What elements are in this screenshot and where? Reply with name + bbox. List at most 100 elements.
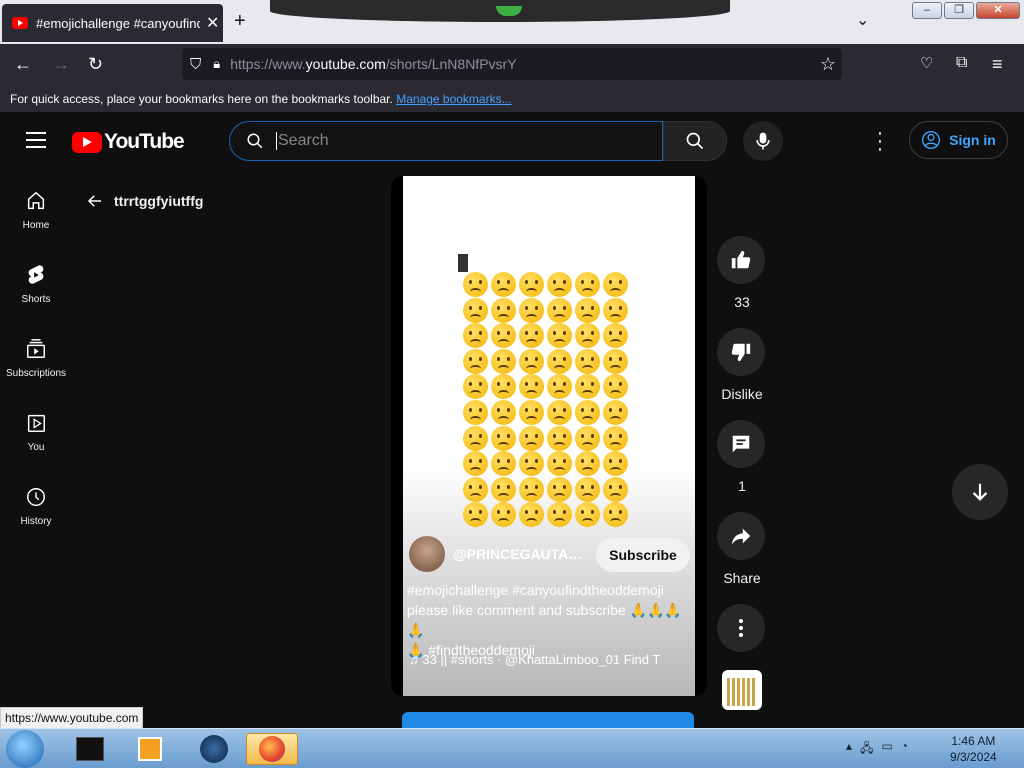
sidebar-item-shorts[interactable]: Shorts — [0, 256, 72, 330]
clock[interactable]: 1:46 AM 9/3/2024 — [950, 733, 997, 765]
bookmark-star-icon[interactable]: ☆ — [820, 54, 836, 75]
frowning-emoji-icon — [603, 297, 629, 323]
frowning-emoji-icon — [547, 374, 573, 400]
new-tab-button[interactable]: + — [234, 10, 246, 33]
more-options-button[interactable] — [717, 604, 765, 652]
address-bar[interactable]: ⛉ 🔒︎ https://www. youtube.com/shorts/LnN8… — [182, 48, 842, 80]
back-to-title[interactable]: ttrrtggfyiutffg — [86, 192, 203, 210]
tray-network-icon[interactable]: 🖧 — [860, 739, 873, 760]
search-box[interactable]: Search — [229, 121, 663, 161]
frowning-emoji-icon — [491, 297, 517, 323]
extensions-icon[interactable]: ⧉ — [956, 54, 967, 72]
manage-bookmarks-link[interactable]: Manage bookmarks... — [396, 92, 511, 106]
channel-avatar[interactable] — [409, 536, 445, 572]
frowning-emoji-icon — [575, 476, 601, 502]
frowning-emoji-icon — [519, 297, 545, 323]
frowning-emoji-icon — [491, 323, 517, 349]
youtube-logo[interactable]: YouTube — [72, 130, 185, 154]
lock-icon[interactable]: 🔒︎ — [213, 56, 220, 72]
sidebar-item-you[interactable]: You — [0, 404, 72, 478]
close-window-button[interactable]: ✕ — [976, 2, 1020, 19]
share-arrow-icon — [731, 528, 751, 545]
frowning-emoji-icon — [463, 323, 488, 349]
frowning-emoji-icon — [603, 476, 629, 502]
comment-count: 1 — [738, 478, 746, 494]
channel-info[interactable]: @PRINCEGAUTAM-... — [409, 536, 587, 572]
frowning-emoji-icon — [603, 425, 629, 451]
frowning-emoji-icon — [519, 451, 545, 477]
frowning-emoji-icon — [603, 451, 629, 477]
search-input[interactable]: Search — [276, 132, 329, 150]
window-notch-decoration — [270, 0, 730, 22]
comments-button[interactable] — [717, 420, 765, 468]
tray-volume-icon[interactable]: ◔ — [901, 739, 908, 760]
clock-time: 1:46 AM — [951, 734, 996, 748]
dislike-label: Dislike — [721, 386, 763, 402]
youtube-favicon-icon — [12, 17, 28, 29]
taskbar-app-media-player[interactable] — [124, 733, 176, 765]
subscribe-button[interactable]: Subscribe — [596, 538, 690, 572]
browser-tab[interactable]: #emojichallenge #canyoufindth ✕ — [2, 4, 223, 42]
tray-expand-icon[interactable]: ▴ — [846, 739, 852, 760]
minimize-button[interactable]: – — [912, 2, 942, 19]
start-button[interactable] — [6, 730, 44, 768]
url-host: youtube.com — [305, 56, 386, 72]
search-icon — [247, 133, 263, 149]
frowning-emoji-icon — [463, 399, 488, 425]
reload-icon[interactable]: ↻ — [88, 54, 103, 75]
dislike-button[interactable] — [717, 328, 765, 376]
frowning-emoji-icon — [491, 476, 517, 502]
sign-in-button[interactable]: Sign in — [909, 121, 1008, 159]
short-player[interactable]: @PRINCEGAUTAM-... Subscribe #emojichalle… — [391, 176, 707, 696]
settings-more-icon[interactable]: · · · — [870, 123, 890, 159]
short-video[interactable]: @PRINCEGAUTAM-... Subscribe #emojichalle… — [403, 176, 695, 696]
frowning-emoji-icon — [575, 323, 601, 349]
frowning-emoji-icon — [547, 399, 573, 425]
frowning-emoji-icon — [575, 348, 601, 374]
frowning-emoji-icon — [491, 451, 517, 477]
sidebar-item-home[interactable]: Home — [0, 182, 72, 256]
taskbar-app-network[interactable] — [188, 733, 240, 765]
like-button[interactable] — [717, 236, 765, 284]
pocket-icon[interactable]: ♡ — [920, 54, 933, 72]
hamburger-menu-icon[interactable] — [26, 132, 46, 153]
bookmarks-toolbar: For quick access, place your bookmarks h… — [0, 86, 1024, 112]
frowning-emoji-icon — [491, 272, 517, 297]
share-button[interactable] — [717, 512, 765, 560]
tray-monitor-icon[interactable]: ▭ — [881, 739, 892, 760]
back-arrow-icon[interactable]: ← — [14, 54, 32, 75]
search-icon — [686, 132, 704, 150]
frowning-emoji-icon — [547, 323, 573, 349]
tab-close-icon[interactable]: ✕ — [206, 13, 219, 33]
restore-button[interactable]: ❐ — [944, 2, 974, 19]
sidebar-item-subscriptions[interactable]: Subscriptions — [0, 330, 72, 404]
forward-arrow-icon[interactable]: → — [52, 54, 70, 75]
frowning-emoji-icon — [519, 502, 545, 528]
shield-icon[interactable]: ⛉ — [190, 56, 201, 73]
frowning-emoji-icon — [519, 399, 545, 425]
youtube-play-icon — [72, 131, 102, 153]
search-button[interactable] — [663, 121, 727, 161]
sidebar-item-history[interactable]: History — [0, 478, 72, 552]
frowning-emoji-icon — [519, 348, 545, 374]
home-icon — [27, 191, 45, 210]
caption-line: #emojichallenge #canyoufindtheoddemoji — [407, 582, 664, 598]
youtube-page: YouTube Search · · · Sign in Home Shorts S… — [0, 112, 1024, 732]
channel-name[interactable]: @PRINCEGAUTAM-... — [453, 546, 587, 562]
taskbar-app-terminal[interactable] — [64, 733, 116, 765]
sidebar-item-label: History — [20, 516, 52, 527]
comment-icon — [732, 435, 750, 453]
taskbar-app-firefox[interactable] — [246, 733, 298, 765]
taskbar: ▴ 🖧 ▭ ◔ 1:46 AM 9/3/2024 — [0, 728, 1024, 768]
music-info[interactable]: ♫ 33 || #shorts · @KhattaLimboo_01 Find … — [409, 652, 693, 667]
voice-search-button[interactable] — [743, 121, 783, 161]
sound-thumbnail[interactable] — [722, 670, 762, 710]
next-short-button[interactable] — [952, 464, 1008, 520]
frowning-emoji-icon — [491, 502, 517, 528]
frowning-emoji-icon — [603, 323, 629, 349]
status-url-tooltip: https://www.youtube.com — [0, 707, 144, 729]
frowning-emoji-icon — [547, 451, 573, 477]
list-all-tabs-chevron-icon[interactable]: ⌄ — [856, 10, 869, 30]
app-menu-icon[interactable]: ≡ — [992, 54, 1003, 75]
frowning-emoji-icon — [519, 272, 545, 297]
